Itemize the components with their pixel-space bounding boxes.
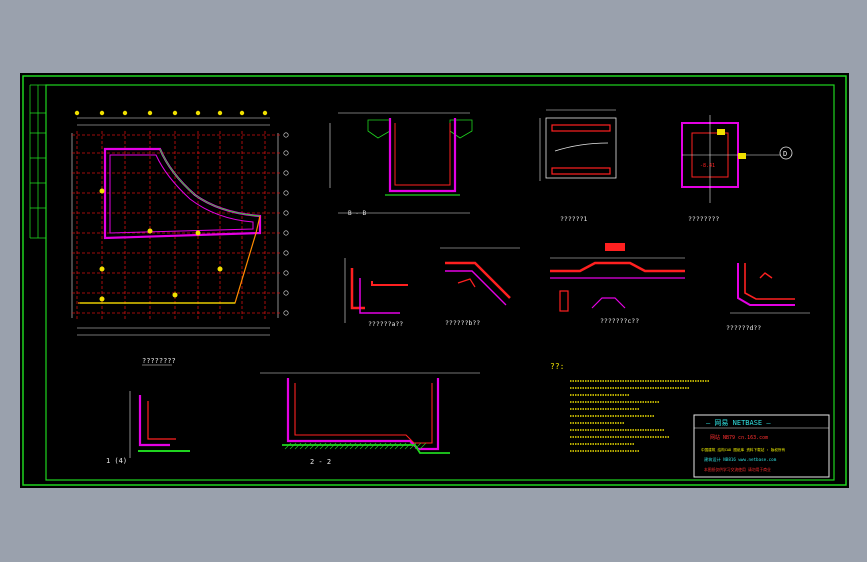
hatch-stroke — [344, 442, 352, 450]
binding-strip — [29, 84, 46, 239]
detail-1-caption: ??????1 — [560, 215, 587, 223]
hatch-stroke — [354, 442, 362, 450]
detail-2-caption: ???????? — [688, 215, 719, 223]
axis-marker — [283, 270, 289, 276]
section-2-view[interactable] — [260, 372, 480, 454]
hatch-stroke — [369, 442, 377, 450]
column-marker — [99, 266, 105, 272]
axis-marker — [217, 110, 223, 116]
plan-caption: ???????? — [142, 357, 176, 365]
hatch-stroke — [314, 442, 322, 450]
detail-c-view[interactable] — [550, 243, 685, 312]
hatch-stroke — [384, 442, 392, 450]
axis-marker — [283, 210, 289, 216]
hatch-stroke — [399, 442, 407, 450]
title-block-line3: 建筑设计 NB816 www.netbase.com — [704, 456, 777, 463]
axis-marker — [283, 190, 289, 196]
axis-marker — [239, 110, 245, 116]
hatch-stroke — [379, 442, 387, 450]
section-2-caption: 2 - 2 — [310, 458, 331, 466]
hatch-stroke — [299, 442, 307, 450]
plan-axis-markers — [74, 110, 289, 316]
hatch-stroke — [404, 442, 412, 450]
title-block-line4: 本图纸仅供学习交流使用 请勿用于商业 — [704, 467, 771, 472]
plan-wall-inner — [109, 154, 254, 234]
level-mark: -8.41 — [700, 163, 715, 169]
hatch-stroke — [294, 442, 302, 450]
hatch-stroke — [334, 442, 342, 450]
column-marker — [147, 228, 153, 234]
hatch-stroke — [319, 442, 327, 450]
detail-b-view[interactable] — [440, 247, 520, 306]
section-b-wall — [388, 118, 457, 193]
plan-grid-lines — [72, 131, 282, 321]
axis-marker — [262, 110, 268, 116]
column-marker — [217, 266, 223, 272]
detail-1-view[interactable] — [539, 109, 617, 181]
axis-marker — [147, 110, 153, 116]
detail-a-caption: ??????a?? — [368, 320, 403, 328]
hatch-stroke — [339, 442, 347, 450]
section-b-view[interactable] — [329, 112, 473, 214]
axis-marker — [74, 110, 80, 116]
hatch-stroke — [329, 442, 337, 450]
hatch-stroke — [349, 442, 357, 450]
detail-a-view[interactable] — [344, 258, 408, 323]
section-1-caption: 1 (4) — [106, 457, 127, 465]
axis-marker — [283, 150, 289, 156]
title-block-header: — 网易 NETBASE — — [706, 419, 771, 427]
title-block-line2: 中国建筑 结构CAD 图纸库 资料下载站 : 版权所有 — [701, 447, 786, 452]
axis-marker — [283, 290, 289, 296]
drawing-svg[interactable]: ???????? B - B ??????1 D -8.41 ???????? … — [20, 73, 849, 488]
hatch-stroke — [374, 442, 382, 450]
axis-marker — [195, 110, 201, 116]
detail-1-top-bar — [551, 124, 611, 132]
column-marker — [195, 230, 201, 236]
plan-wall-outline — [103, 147, 262, 240]
detail-b-caption: ??????b?? — [445, 319, 480, 327]
hatch-stroke — [364, 442, 372, 450]
axis-marker — [283, 310, 289, 316]
axis-marker — [283, 250, 289, 256]
hatch-stroke — [304, 442, 312, 450]
axis-marker — [122, 110, 128, 116]
hatch-stroke — [394, 442, 402, 450]
section-b-rebar — [394, 123, 451, 186]
plan-view[interactable] — [71, 110, 289, 336]
detail-1-outline — [545, 117, 617, 179]
cad-drawing-canvas[interactable]: ???????? B - B ??????1 D -8.41 ???????? … — [20, 73, 849, 488]
column-marker — [99, 188, 105, 194]
hatch-stroke — [309, 442, 317, 450]
detail-d-view[interactable] — [730, 263, 810, 314]
column-marker — [172, 292, 178, 298]
axis-marker — [283, 170, 289, 176]
hatch-stroke — [359, 442, 367, 450]
section-b-hatch-left — [367, 119, 391, 139]
hatch-stroke — [389, 442, 397, 450]
hatch-stroke — [289, 442, 297, 450]
detail-c-caption: ???????c?? — [600, 317, 639, 325]
section-2-hatch — [284, 442, 427, 450]
detail-d-caption: ??????d?? — [726, 324, 761, 332]
detail-1-bottom-bar — [551, 167, 611, 175]
axis-marker — [283, 230, 289, 236]
column-marker — [99, 296, 105, 302]
axis-marker — [283, 132, 289, 138]
section-b-caption: B - B — [348, 210, 366, 217]
notes-text-lines — [570, 380, 710, 452]
detail-2-view[interactable]: D -8.41 — [681, 115, 793, 203]
detail-1-curve — [554, 142, 609, 152]
title-block[interactable]: — 网易 NETBASE — 网站 NB79 cn.163.com 中国建筑 结… — [693, 414, 830, 478]
section-1-view[interactable] — [129, 391, 190, 458]
title-block-line1: 网站 NB79 cn.163.com — [710, 434, 768, 441]
axis-marker — [172, 110, 178, 116]
hatch-stroke — [284, 442, 292, 450]
notes-title: ??: — [550, 362, 564, 371]
hatch-stroke — [324, 442, 332, 450]
axis-marker — [99, 110, 105, 116]
axis-d-label: D — [783, 150, 787, 158]
section-b-hatch-right — [449, 119, 473, 139]
detail-2-marker — [717, 129, 725, 135]
